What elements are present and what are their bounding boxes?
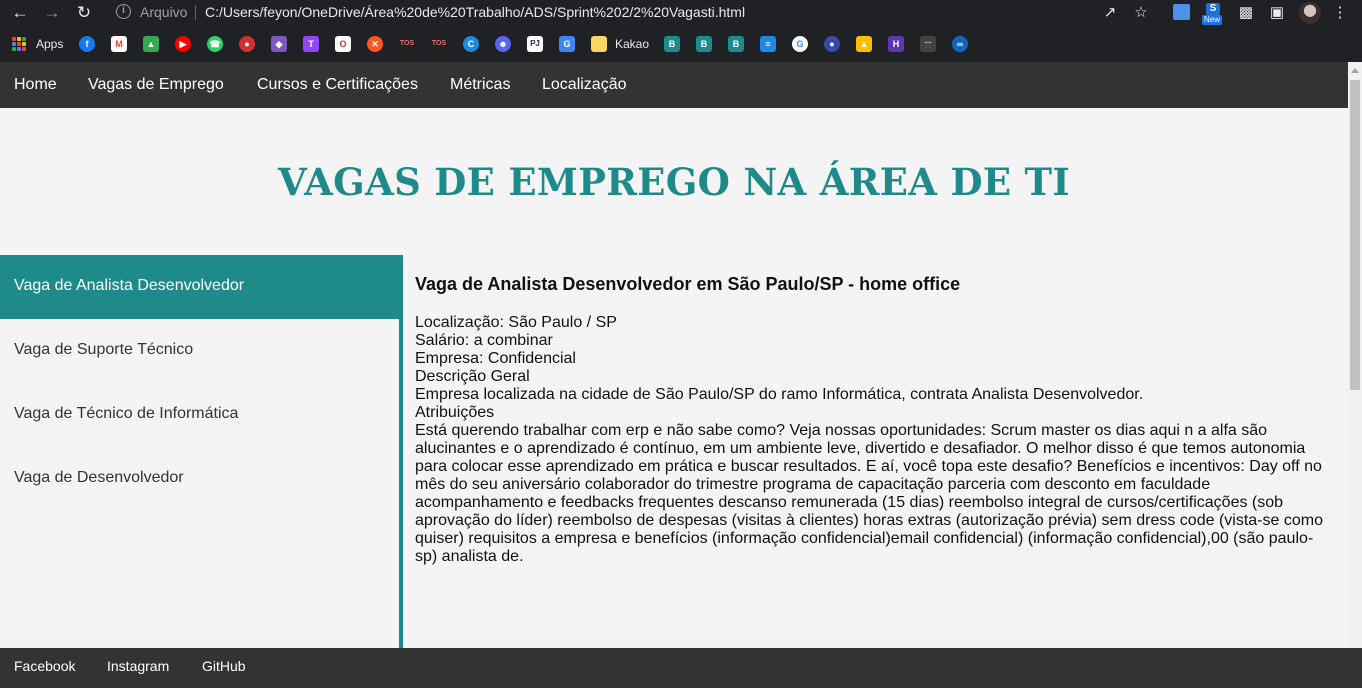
new-badge: New [1202,15,1223,25]
job-location: Localização: São Paulo / SP [415,314,617,331]
job-company: Empresa: Confidencial [415,350,576,367]
b-bookmark-icon-1[interactable]: B [664,36,680,52]
back-arrow-icon[interactable]: ← [10,3,30,23]
job-detail: Vaga de Analista Desenvolvedor em São Pa… [415,273,1330,566]
nav-localizacao[interactable]: Localização [542,76,627,94]
sidebar-item-tecnico-informatica[interactable]: Vaga de Técnico de Informática [0,383,399,447]
tm-bookmark-icon[interactable]: ● [824,36,840,52]
sidebar-item-desenvolvedor[interactable]: Vaga de Desenvolvedor [0,447,399,511]
attributions-line: quiser) requisitos a empresa e benefício… [415,530,1314,547]
nav-metricas[interactable]: Métricas [450,76,510,94]
h-bookmark-icon[interactable]: H [888,36,904,52]
c-bookmark-icon[interactable]: C [463,36,479,52]
attributions-line: acompanhamento e feedbacks frequentes de… [415,494,1284,511]
translate-bookmark-icon[interactable]: G [559,36,575,52]
link-bookmark-icon[interactable]: ∞ [952,36,968,52]
folder-bookmark-icon[interactable] [591,36,607,52]
description-heading: Descrição Geral [415,368,530,385]
description-text: Empresa localizada na cidade de São Paul… [415,386,1144,403]
profile-avatar[interactable] [1299,2,1321,24]
reload-icon[interactable]: ↻ [74,3,94,23]
side-panel-icon[interactable]: ▣ [1267,3,1287,23]
footer-instagram-link[interactable]: Instagram [107,658,169,674]
page-title: VAGAS DE EMPREGO NA ÁREA DE TI [278,160,1070,204]
forward-arrow-icon[interactable]: → [42,3,62,23]
job-title: Vaga de Analista Desenvolvedor em São Pa… [415,274,961,294]
attributions-line: para colocar esse aprendizado em prática… [415,458,1322,475]
nav-vagas-de-emprego[interactable]: Vagas de Emprego [88,76,224,94]
bookmarks-bar [0,32,1362,58]
nav-cursos-certificacoes[interactable]: Cursos e Certificações [257,76,418,94]
extensions-puzzle-icon[interactable]: ▩ [1236,3,1256,23]
footer-github-link[interactable]: GitHub [202,658,246,674]
b-bookmark-icon-2[interactable]: B [696,36,712,52]
scroll-up-arrow-icon[interactable] [1351,68,1359,73]
tos2-bookmark-icon[interactable]: TOS [431,36,447,52]
address-bar-url[interactable]: C:/Users/feyon/OneDrive/Área%20de%20Trab… [205,4,745,20]
crystal-bookmark-icon[interactable]: ◆ [271,36,287,52]
twitch-bookmark-icon[interactable]: T [303,36,319,52]
b-bookmark-icon-3[interactable]: B [728,36,744,52]
address-separator [195,5,196,20]
apps-grid-icon[interactable] [12,37,26,51]
sidebar-item-analista-desenvolvedor[interactable]: Vaga de Analista Desenvolvedor [0,255,399,319]
drive-bookmark-icon[interactable]: ▲ [143,36,159,52]
attributions-line: alucinantes e o aprendizado é contínuo, … [415,440,1306,457]
attributions-heading: Atribuições [415,404,495,421]
sidebar-divider [399,255,403,648]
attributions-line: mês do seu aniversário colaborador do tr… [415,476,1211,493]
footer-facebook-link[interactable]: Facebook [14,658,75,674]
attributions-line: sp) analista de. [415,548,524,565]
drive2-bookmark-icon[interactable]: ▲ [856,36,872,52]
attributions-line: Está querendo trabalhar com erp e não sa… [415,422,1268,439]
bookmark-orange-icon[interactable]: ✕ [367,36,383,52]
facebook-bookmark-icon[interactable]: f [79,36,95,52]
kakao-label[interactable]: Kakao [615,37,649,51]
nav-home[interactable]: Home [14,76,57,94]
address-bar-row: ← → ↻ i Arquivo C:/Users/feyon/OneDrive/… [0,0,1362,26]
site-nav: Home Vagas de Emprego Cursos e Certifica… [0,62,1348,108]
office-bookmark-icon[interactable]: O [335,36,351,52]
apps-label[interactable]: Apps [36,37,63,51]
app-bookmark-icon[interactable]: ● [239,36,255,52]
tos-bookmark-icon[interactable]: TOS [399,36,415,52]
whatsapp-bookmark-icon[interactable]: ☎ [207,36,223,52]
job-salary: Salário: a combinar [415,332,553,349]
discord-bookmark-icon[interactable]: ☻ [495,36,511,52]
pj-bookmark-icon[interactable]: PJ [527,36,543,52]
browser-chrome: ← → ↻ i Arquivo C:/Users/feyon/OneDrive/… [0,0,1362,62]
attributions-line: aprovação do líder) reembolso de despesa… [415,512,1323,529]
download-icon[interactable] [1173,4,1190,20]
dots-bookmark-icon[interactable]: ⋯ [920,36,936,52]
share-icon[interactable]: ↗ [1100,3,1120,23]
extension-s-icon[interactable]: S [1206,3,1220,15]
youtube-bookmark-icon[interactable]: ▶ [175,36,191,52]
menu-dots-icon[interactable]: ⋮ [1330,3,1350,23]
job-sidebar: Vaga de Analista Desenvolvedor Vaga de S… [0,255,399,648]
scrollbar-thumb[interactable] [1350,80,1360,390]
site-footer: Facebook Instagram GitHub [0,648,1362,688]
layers-bookmark-icon[interactable]: ≡ [760,36,776,52]
gmail-bookmark-icon[interactable]: M [111,36,127,52]
google-bookmark-icon[interactable]: G [792,36,808,52]
info-icon[interactable]: i [116,4,131,19]
protocol-label: Arquivo [140,4,188,20]
bookmark-star-icon[interactable]: ☆ [1131,3,1151,23]
sidebar-item-suporte-tecnico[interactable]: Vaga de Suporte Técnico [0,319,399,383]
